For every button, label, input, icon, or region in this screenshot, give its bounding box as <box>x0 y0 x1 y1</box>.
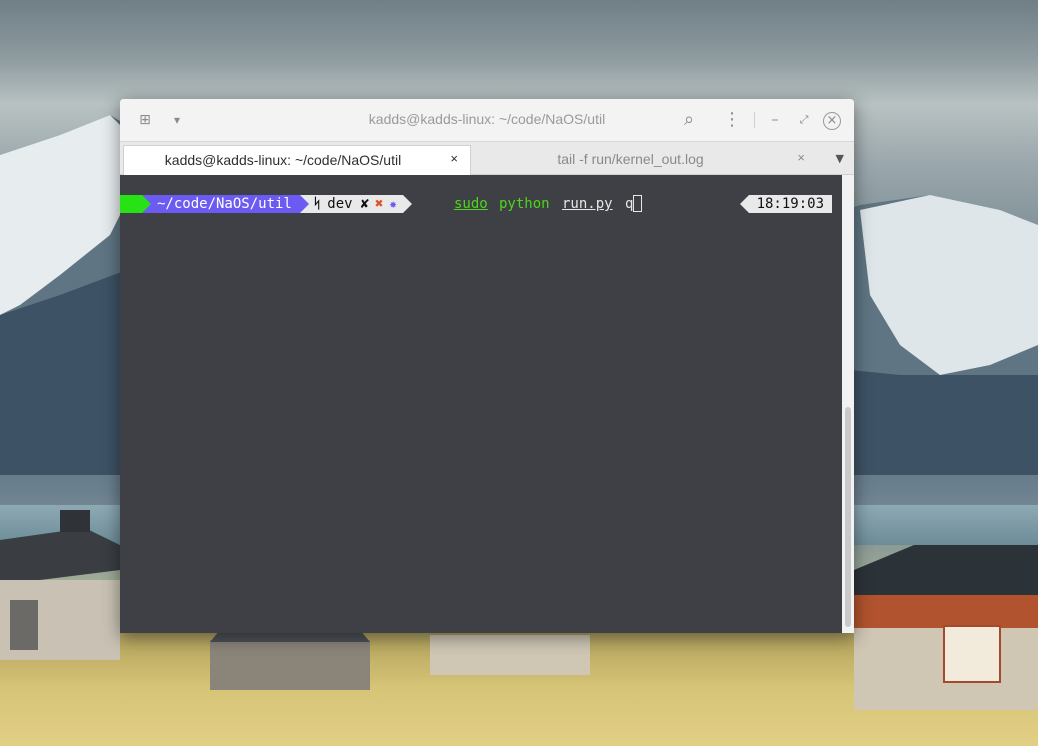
shed-center <box>210 630 590 690</box>
git-branch-name: dev <box>327 196 353 212</box>
window-title: kadds@kadds-linux: ~/code/NaOS/util <box>368 111 606 127</box>
text-cursor <box>633 195 642 212</box>
clock-segment: 18:19:03 <box>739 195 832 213</box>
terminal-area[interactable]: ~/code/NaOS/util ᛋ dev ✘ ✖ ✸ sudo python… <box>120 175 842 633</box>
close-icon[interactable]: × <box>823 112 841 130</box>
clock-time: 18:19:03 <box>748 195 832 213</box>
git-segment: ᛋ dev ✘ ✖ ✸ <box>308 195 403 213</box>
house-left <box>0 510 130 660</box>
command-word: python <box>499 196 550 212</box>
house-right <box>854 545 1038 710</box>
status-segment <box>120 195 142 213</box>
git-branch-icon: ᛋ <box>312 196 322 212</box>
tab-kernel-log[interactable]: tail -f run/kernel_out.log × <box>472 145 817 174</box>
restore-icon[interactable]: ⤢ <box>793 109 815 131</box>
scrollbar-thumb[interactable] <box>845 407 851 627</box>
tab-label: kadds@kadds-linux: ~/code/NaOS/util <box>164 152 402 168</box>
command-word: sudo <box>454 196 488 212</box>
git-dirty-icon: ✖ <box>375 196 384 212</box>
terminal-window: ⊞ ▾ kadds@kadds-linux: ~/code/NaOS/util … <box>120 99 854 633</box>
shell-prompt: ~/code/NaOS/util ᛋ dev ✘ ✖ ✸ <box>120 195 412 213</box>
search-icon[interactable]: ⌕ <box>678 109 700 131</box>
minimize-icon[interactable]: – <box>764 109 786 131</box>
title-bar[interactable]: ⊞ ▾ kadds@kadds-linux: ~/code/NaOS/util … <box>120 99 854 142</box>
path-segment: ~/code/NaOS/util <box>151 195 300 213</box>
close-tab-icon[interactable]: × <box>797 150 805 165</box>
git-staged-icon: ✘ <box>360 196 369 212</box>
tab-list-dropdown-icon[interactable]: ▼ <box>836 152 844 165</box>
segment-separator <box>402 195 412 213</box>
command-arg: run.py <box>562 196 613 212</box>
tab-bar: kadds@kadds-linux: ~/code/NaOS/util × ta… <box>120 142 854 175</box>
scrollbar[interactable] <box>842 175 854 633</box>
tab-label: tail -f run/kernel_out.log <box>557 151 704 167</box>
segment-separator <box>299 195 309 213</box>
segment-separator <box>739 195 749 213</box>
titlebar-separator <box>754 112 755 128</box>
git-untracked-icon: ✸ <box>389 197 397 211</box>
tab-util[interactable]: kadds@kadds-linux: ~/code/NaOS/util × <box>123 145 471 175</box>
more-menu-icon[interactable]: ⋮ <box>721 109 743 131</box>
close-tab-icon[interactable]: × <box>450 151 458 166</box>
segment-separator <box>142 195 151 213</box>
